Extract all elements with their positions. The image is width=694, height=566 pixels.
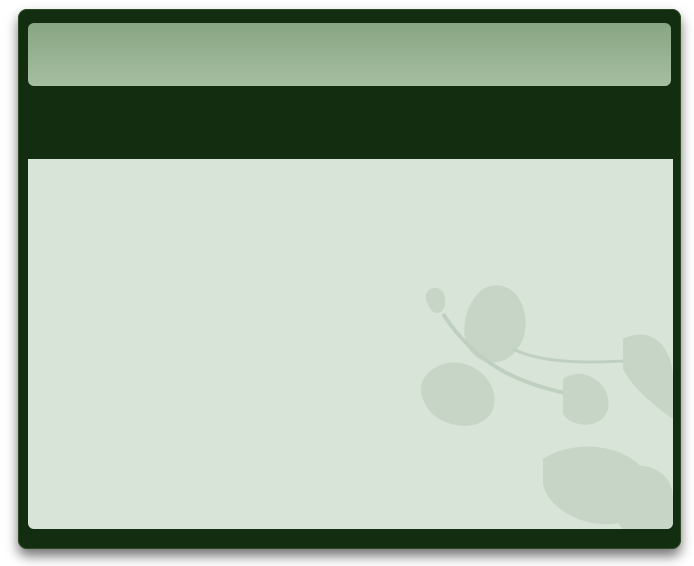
toolbar-band [28,86,673,159]
app-window [18,9,681,549]
lotus-watermark-image [421,285,673,529]
header-bar [28,23,671,86]
content-panel [28,159,673,529]
